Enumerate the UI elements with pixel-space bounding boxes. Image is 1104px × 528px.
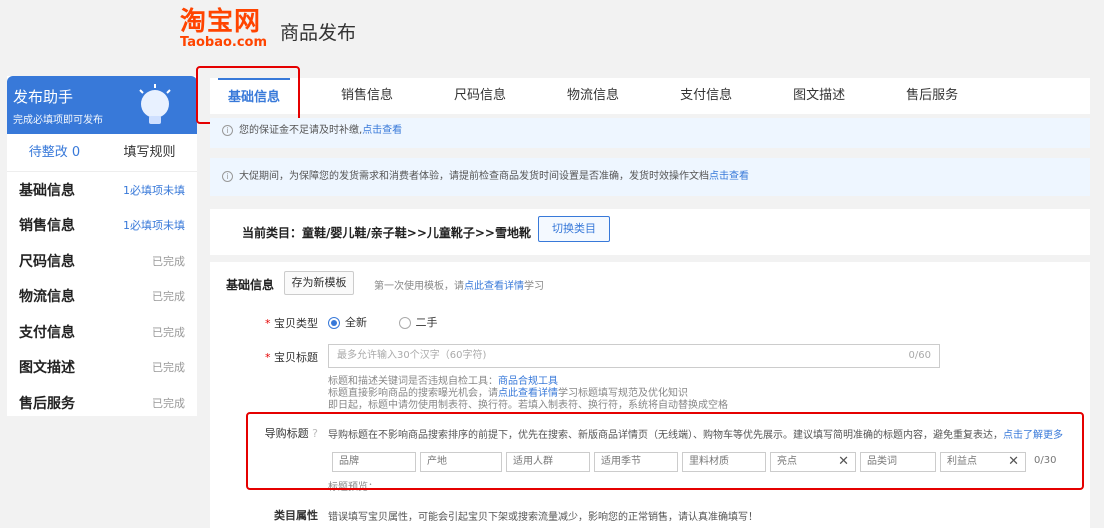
checklist-status: 已完成	[152, 290, 185, 304]
tab-pending-fixes[interactable]: 待整改 0	[7, 134, 102, 171]
item-title-label: * 宝贝标题	[265, 351, 318, 364]
title-help-line1: 标题和描述关键词是否违规自检工具：商品合规工具	[328, 376, 728, 388]
tab-description[interactable]: 图文描述	[783, 78, 855, 114]
checklist-item-logistics[interactable]: 物流信息 已完成	[7, 279, 197, 315]
assistant-subtitle: 完成必填项即可发布	[13, 115, 103, 126]
item-type-label-text: 宝贝类型	[274, 317, 318, 330]
notice-link[interactable]: 点击查看	[709, 171, 749, 182]
checklist-status: 1必填项未填	[123, 183, 185, 197]
checklist-status: 已完成	[152, 325, 185, 339]
category-attr-desc: 错误填写宝贝属性，可能会引起宝贝下架或搜索流量减少，影响您的正常销售，请认真准确…	[328, 512, 758, 523]
checklist-status: 已完成	[152, 254, 185, 268]
current-category: 当前类目：童鞋/婴儿鞋/亲子鞋>>儿童靴子>>雪地靴	[242, 226, 531, 240]
checklist-label: 图文描述	[19, 360, 75, 377]
save-template-button[interactable]: 存为新模板	[284, 271, 354, 295]
checklist-item-description[interactable]: 图文描述 已完成	[7, 350, 197, 386]
category-attr-label: 类目属性	[274, 509, 318, 522]
checklist-label: 基础信息	[19, 182, 75, 199]
tab-payment-info[interactable]: 支付信息	[670, 78, 742, 114]
title-guide-link[interactable]: 点此查看详情	[498, 388, 558, 399]
checklist-label: 尺码信息	[19, 253, 75, 270]
info-icon: i	[222, 170, 233, 182]
lightbulb-icon	[139, 84, 171, 124]
tab-sales-info[interactable]: 销售信息	[331, 78, 403, 114]
title-help-text: 标题和描述关键词是否违规自检工具：	[328, 376, 498, 387]
template-tip: 第一次使用模板，请点此查看详情学习	[374, 277, 544, 292]
switch-category-button[interactable]: 切换类目	[538, 216, 610, 242]
section-tabbar: 基础信息 销售信息 尺码信息 物流信息 支付信息 图文描述 售后服务	[210, 78, 1090, 114]
tab-logistics-info[interactable]: 物流信息	[557, 78, 629, 114]
title-help-line2: 标题直接影响商品的搜索曝光机会，请点此查看详情学习标题填写规范及优化知识	[328, 388, 728, 400]
compliance-tool-link[interactable]: 商品合规工具	[498, 376, 558, 387]
assistant-header: 发布助手 完成必填项即可发布	[7, 76, 197, 134]
radio-used[interactable]: 二手	[398, 316, 438, 329]
template-tip-prefix: 第一次使用模板，请	[374, 281, 464, 292]
notice-promotion: i 大促期间，为保障您的发货需求和消费者体验，请提前检查商品发货时间设置是否准确，…	[210, 158, 1090, 196]
checklist-label: 销售信息	[19, 218, 75, 235]
title-help-line3: 即日起，标题中请勿使用制表符、换行符。若填入制表符、换行符，系统将自动替换成空格	[328, 400, 728, 411]
section-title: 基础信息	[226, 278, 275, 292]
notice-deposit: i 您的保证金不足请及时补缴,点击查看	[210, 118, 1090, 148]
item-title-count: 0/60	[908, 350, 931, 361]
radio-unchecked-icon	[398, 317, 411, 329]
notice-text: 您的保证金不足请及时补缴,	[239, 125, 363, 136]
assistant-tabs: 待整改 0 填写规则	[7, 134, 197, 172]
logo-main-text: 淘宝网	[180, 7, 262, 37]
checklist-status: 1必填项未填	[123, 219, 185, 233]
page-title: 商品发布	[280, 22, 357, 44]
radio-new-label: 全新	[345, 316, 367, 329]
assistant-title: 发布助手	[13, 88, 74, 106]
checklist-item-payment[interactable]: 支付信息 已完成	[7, 314, 197, 350]
notice-link[interactable]: 点击查看	[362, 125, 402, 136]
checklist-item-sales[interactable]: 销售信息 1必填项未填	[7, 208, 197, 244]
radio-used-label: 二手	[415, 316, 438, 329]
checklist-status: 已完成	[152, 361, 185, 375]
tab-fill-rules[interactable]: 填写规则	[102, 134, 197, 171]
item-title-label-text: 宝贝标题	[274, 351, 318, 364]
category-panel: 当前类目：童鞋/婴儿鞋/亲子鞋>>儿童靴子>>雪地靴 切换类目	[210, 209, 1090, 255]
checklist-item-size[interactable]: 尺码信息 已完成	[7, 243, 197, 279]
highlight-box-tab	[196, 66, 300, 124]
info-icon: i	[222, 124, 233, 136]
page: 淘宝网 Taobao.com 商品发布 发布助手 完成必填项即可发布 待整改 0…	[0, 0, 1104, 528]
radio-checked-icon	[328, 317, 340, 329]
item-type-options: 全新 二手	[328, 314, 438, 330]
highlight-box-guide-title	[246, 412, 1084, 490]
checklist-item-basic[interactable]: 基础信息 1必填项未填	[7, 172, 197, 208]
item-title-input[interactable]: 最多允许输入30个汉字（60字符) 0/60	[328, 344, 940, 368]
checklist-label: 支付信息	[19, 324, 75, 341]
checklist-label: 物流信息	[19, 289, 75, 306]
taobao-logo[interactable]: 淘宝网 Taobao.com	[180, 8, 272, 56]
template-tip-suffix: 学习	[524, 281, 544, 292]
template-tip-link[interactable]: 点此查看详情	[464, 281, 524, 292]
title-help-text: 学习标题填写规范及优化知识	[558, 388, 688, 399]
title-help: 标题和描述关键词是否违规自检工具：商品合规工具 标题直接影响商品的搜索曝光机会，…	[328, 376, 728, 412]
publish-assistant-panel: 发布助手 完成必填项即可发布 待整改 0 填写规则 基础信息 1必填项未填 销售信…	[7, 76, 197, 416]
tab-size-info[interactable]: 尺码信息	[444, 78, 516, 114]
main-content: 基础信息 销售信息 尺码信息 物流信息 支付信息 图文描述 售后服务	[210, 78, 1090, 114]
item-title-placeholder: 最多允许输入30个汉字（60字符)	[337, 350, 487, 361]
checklist-item-aftersale[interactable]: 售后服务 已完成	[7, 385, 197, 421]
assistant-checklist: 基础信息 1必填项未填 销售信息 1必填项未填 尺码信息 已完成 物流信息 已完成 支付…	[7, 172, 197, 421]
checklist-status: 已完成	[152, 396, 185, 410]
item-type-label: * 宝贝类型	[265, 317, 318, 330]
logo-sub-text: Taobao.com	[180, 35, 268, 50]
checklist-label: 售后服务	[19, 395, 75, 412]
radio-new[interactable]: 全新	[328, 316, 367, 329]
tab-after-sale[interactable]: 售后服务	[896, 78, 968, 114]
notice-text: 大促期间，为保障您的发货需求和消费者体验，请提前检查商品发货时间设置是否准确，发…	[239, 171, 709, 182]
title-help-text: 标题直接影响商品的搜索曝光机会，请	[328, 388, 498, 399]
